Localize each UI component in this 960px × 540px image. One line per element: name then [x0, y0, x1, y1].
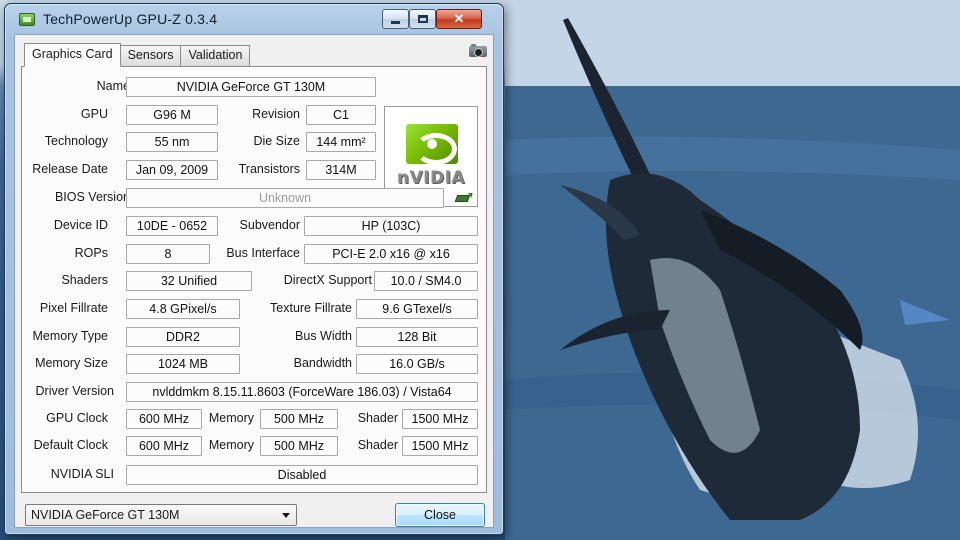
technology-field[interactable]: 55 nm: [126, 132, 218, 152]
gpu-field[interactable]: G96 M: [126, 105, 218, 125]
directx-field[interactable]: 10.0 / SM4.0: [374, 271, 478, 291]
gpu-select-dropdown[interactable]: NVIDIA GeForce GT 130M: [25, 504, 297, 526]
tab-sensors[interactable]: Sensors: [119, 45, 182, 66]
bios-version-field[interactable]: Unknown: [126, 188, 444, 208]
bus-interface-label: Bus Interface: [226, 246, 300, 260]
driver-version-field[interactable]: nvlddmkm 8.15.11.8603 (ForceWare 186.03)…: [126, 382, 478, 402]
die-size-label: Die Size: [253, 134, 300, 148]
default-clock-memory-field[interactable]: 500 MHz: [260, 436, 338, 456]
default-clock-field[interactable]: 600 MHz: [126, 436, 202, 456]
bandwidth-label: Bandwidth: [293, 356, 352, 370]
gpu-select-value: NVIDIA GeForce GT 130M: [31, 508, 180, 522]
release-date-label: Release Date: [32, 162, 108, 176]
directx-label: DirectX Support: [283, 273, 372, 287]
minimize-icon: [391, 20, 400, 24]
gpu-clock-field[interactable]: 600 MHz: [126, 409, 202, 429]
close-icon: ✕: [453, 11, 465, 26]
subvendor-label: Subvendor: [239, 218, 300, 232]
nvidia-eye-icon: [406, 124, 458, 165]
transistors-field[interactable]: 314M: [306, 160, 376, 180]
memory-size-label: Memory Size: [35, 356, 108, 370]
bios-version-label: BIOS Version: [54, 190, 130, 204]
chevron-down-icon: [282, 513, 290, 518]
rops-field[interactable]: 8: [126, 244, 210, 264]
window-title: TechPowerUp GPU-Z 0.3.4: [43, 11, 218, 27]
gpu-z-app-icon[interactable]: [19, 13, 35, 26]
nvidia-logo-text: nVIDIA: [396, 168, 466, 188]
default-clock-shader-label: Shader: [357, 438, 398, 452]
title-bar[interactable]: TechPowerUp GPU-Z 0.3.4 ✕: [5, 4, 503, 34]
driver-version-label: Driver Version: [35, 384, 115, 398]
bus-interface-field[interactable]: PCI-E 2.0 x16 @ x16: [304, 244, 478, 264]
texture-fillrate-label: Texture Fillrate: [270, 301, 352, 315]
revision-label: Revision: [252, 107, 300, 121]
gpu-clock-label: GPU Clock: [46, 411, 108, 425]
rops-label: ROPs: [74, 246, 108, 260]
transistors-label: Transistors: [238, 162, 300, 176]
maximize-icon: [417, 15, 428, 23]
release-date-field[interactable]: Jan 09, 2009: [126, 160, 218, 180]
close-window-button[interactable]: ✕: [436, 9, 482, 29]
bios-chip-arrow-icon[interactable]: ➚: [454, 189, 475, 204]
graphics-card-panel: Name NVIDIA GeForce GT 130M GPU G96 M Re…: [21, 66, 487, 493]
window-client-area: Graphics Card Sensors Validation Name NV…: [14, 34, 494, 528]
pixel-fillrate-label: Pixel Fillrate: [39, 301, 108, 315]
gpu-clock-memory-label: Memory: [208, 411, 254, 425]
bandwidth-field[interactable]: 16.0 GB/s: [356, 354, 478, 374]
default-clock-memory-label: Memory: [208, 438, 254, 452]
gpu-clock-shader-label: Shader: [357, 411, 398, 425]
camera-icon[interactable]: [469, 44, 487, 57]
gpu-clock-shader-field[interactable]: 1500 MHz: [402, 409, 478, 429]
sli-field[interactable]: Disabled: [126, 465, 478, 485]
gpu-clock-memory-field[interactable]: 500 MHz: [260, 409, 338, 429]
memory-type-field[interactable]: DDR2: [126, 327, 240, 347]
tab-strip: Graphics Card Sensors Validation: [24, 43, 251, 67]
memory-type-label: Memory Type: [32, 329, 109, 343]
close-button[interactable]: Close: [395, 503, 485, 527]
device-id-label: Device ID: [53, 218, 108, 232]
device-id-field[interactable]: 10DE - 0652: [126, 216, 218, 236]
tab-graphics-card[interactable]: Graphics Card: [24, 43, 121, 67]
default-clock-label: Default Clock: [33, 438, 108, 452]
arrow-icon: ➚: [464, 189, 475, 203]
bus-width-field[interactable]: 128 Bit: [356, 327, 478, 347]
pixel-fillrate-field[interactable]: 4.8 GPixel/s: [126, 299, 240, 319]
minimize-button[interactable]: [382, 9, 409, 29]
memory-size-field[interactable]: 1024 MB: [126, 354, 240, 374]
maximize-button[interactable]: [409, 9, 436, 29]
subvendor-field[interactable]: HP (103C): [304, 216, 478, 236]
name-field[interactable]: NVIDIA GeForce GT 130M: [126, 77, 376, 97]
texture-fillrate-field[interactable]: 9.6 GTexel/s: [356, 299, 478, 319]
shaders-field[interactable]: 32 Unified: [126, 271, 252, 291]
bus-width-label: Bus Width: [295, 329, 352, 343]
name-label: Name: [96, 79, 130, 93]
revision-field[interactable]: C1: [306, 105, 376, 125]
tab-validation[interactable]: Validation: [180, 45, 251, 66]
shaders-label: Shaders: [61, 273, 108, 287]
gpu-z-window: TechPowerUp GPU-Z 0.3.4 ✕ Graphics Card …: [4, 3, 504, 535]
die-size-field[interactable]: 144 mm²: [306, 132, 376, 152]
gpu-label: GPU: [80, 107, 108, 121]
technology-label: Technology: [44, 134, 108, 148]
default-clock-shader-field[interactable]: 1500 MHz: [402, 436, 478, 456]
sli-label: NVIDIA SLI: [50, 467, 114, 481]
